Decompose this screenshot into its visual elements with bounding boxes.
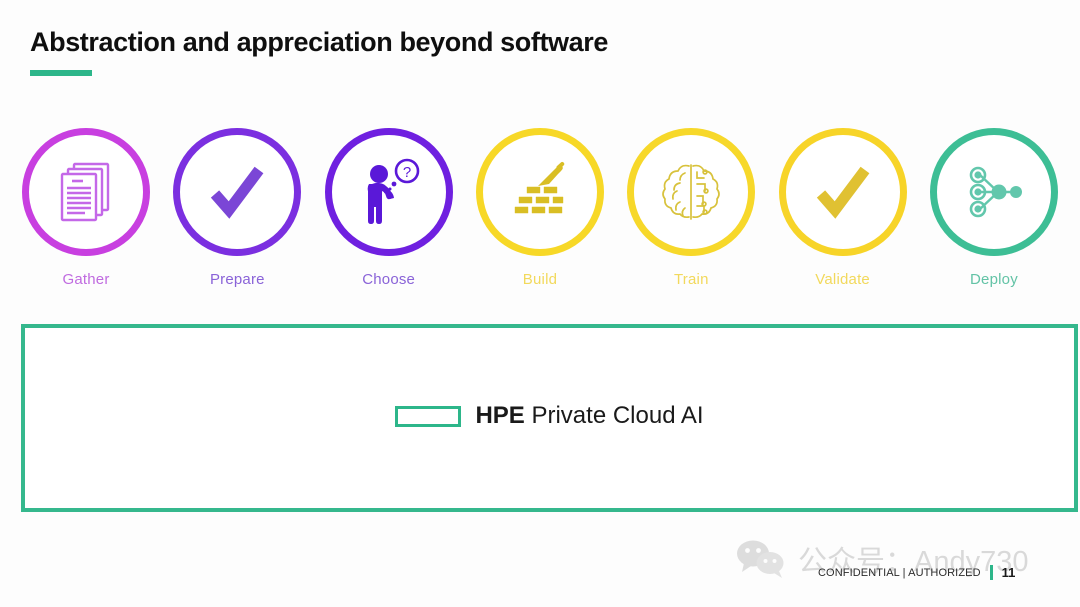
stage-circle-gather [22,128,150,256]
checkmark-icon [201,156,273,228]
pipeline-stage-prepare: Prepare [169,128,305,303]
pipeline-stages: Gather Prepare ? Choose Build Train Vali… [0,128,1080,303]
stage-label: Choose [362,271,416,288]
network-nodes-icon [958,156,1030,228]
pipeline-stage-build: Build [472,128,608,303]
footer-separator [989,565,993,580]
pipeline-stage-train: Train [623,128,759,303]
svg-text:?: ? [402,164,410,181]
stage-label: Validate [815,271,870,288]
confidentiality-notice: CONFIDENTIAL | AUTHORIZED [818,566,981,579]
product-callout-box: HPE Private Cloud AI [21,324,1078,512]
stage-label: Prepare [209,271,265,288]
stage-circle-choose: ? [324,128,453,256]
product-brand: HPE [475,402,525,429]
stage-circle-train [627,128,756,256]
stage-label: Build [522,271,558,288]
pipeline-stage-deploy: Deploy [926,128,1062,303]
pipeline-stage-choose: ? Choose [321,128,457,303]
pipeline-stage-gather: Gather [18,128,154,303]
pipeline-stage-validate: Validate [775,128,911,303]
stage-circle-validate [778,128,907,256]
stage-circle-build [475,128,604,256]
product-name: HPE Private Cloud AI [475,402,703,430]
hpe-logo-mark-icon [395,405,462,427]
wechat-icon [736,539,788,579]
stage-circle-deploy [929,128,1058,256]
footer-bar: CONFIDENTIAL | AUTHORIZED 11 [818,565,1015,580]
page-number: 11 [1001,565,1016,580]
brain-circuit-icon [655,156,727,228]
page-title: Abstraction and appreciation beyond soft… [30,27,608,57]
product-logo-row: HPE Private Cloud AI [25,326,1074,506]
documents-stack-icon [50,156,122,228]
product-suffix: Private Cloud AI [524,402,704,429]
stage-label: Deploy [970,271,1018,288]
stage-label: Train [674,271,709,288]
bricks-trowel-icon [504,156,576,228]
checkmark-icon [807,156,879,228]
stage-label: Gather [62,271,110,288]
person-question-icon: ? [353,156,425,228]
stage-circle-prepare [173,128,302,256]
title-accent-bar [30,70,92,76]
